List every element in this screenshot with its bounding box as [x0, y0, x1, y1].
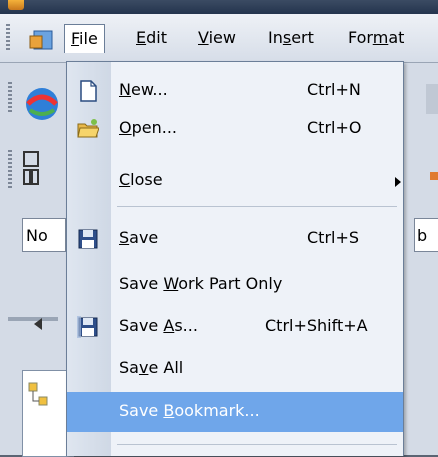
menu-item-label: New...: [119, 80, 168, 99]
menu-item-shortcut: Ctrl+N: [307, 80, 361, 99]
save-as-icon: [77, 316, 98, 338]
menu-item-save-as[interactable]: Save As... Ctrl+Shift+A: [67, 308, 403, 346]
toolbar-grip[interactable]: [8, 82, 12, 112]
font-size-combo[interactable]: b: [414, 218, 438, 252]
menu-separator: [117, 206, 397, 207]
toolbar-icon[interactable]: [430, 172, 438, 180]
font-name-combo[interactable]: No: [22, 218, 66, 252]
menu-item-new[interactable]: New... Ctrl+N: [67, 72, 403, 110]
file-menu-dropdown: New... Ctrl+N Open... Ctrl+O Close Save …: [66, 61, 404, 456]
menubar-grip[interactable]: [6, 24, 10, 52]
menu-file[interactable]: File: [64, 24, 105, 53]
menu-bar: File Edit View Insert Format: [0, 14, 438, 63]
scroll-left-icon[interactable]: [28, 314, 48, 334]
new-file-icon: [80, 80, 97, 102]
menu-item-shortcut: Ctrl+O: [307, 118, 362, 137]
menu-edit[interactable]: Edit: [130, 24, 173, 52]
menu-item-open[interactable]: Open... Ctrl+O: [67, 110, 403, 148]
menu-item-save[interactable]: Save Ctrl+S: [67, 220, 403, 258]
menu-item-label: Save All: [119, 358, 184, 377]
submenu-arrow-icon: [395, 177, 401, 187]
combo-value: No: [26, 226, 48, 245]
menu-item-label: Save Work Part Only: [119, 274, 283, 293]
app-title-icon: [8, 0, 24, 10]
menu-item-label: Save: [119, 228, 159, 247]
combo-value: b: [417, 226, 428, 245]
menu-item-save-bookmark[interactable]: Save Bookmark...: [67, 392, 403, 432]
menu-view[interactable]: View: [192, 24, 242, 52]
menu-item-label: Save Bookmark...: [119, 401, 260, 420]
menu-item-save-all[interactable]: Save All: [67, 350, 403, 388]
menu-item-shortcut: Ctrl+S: [307, 228, 360, 247]
menu-item-shortcut: Ctrl+Shift+A: [265, 316, 368, 335]
open-folder-icon: [77, 119, 99, 138]
toolbar-grip[interactable]: [8, 150, 12, 190]
app-document-icon: [29, 30, 53, 50]
save-icon: [78, 229, 98, 249]
menu-format[interactable]: Format: [342, 24, 410, 52]
menu-item-save-work-part-only[interactable]: Save Work Part Only: [67, 266, 403, 304]
menu-item-label: Close: [119, 170, 163, 189]
menu-item-label: Save As...: [119, 316, 198, 335]
window-title-bar: [0, 0, 438, 14]
menu-item-close[interactable]: Close: [67, 162, 403, 200]
menu-separator: [117, 444, 397, 445]
menu-item-label: Open...: [119, 118, 177, 137]
tree-structure-icon: [28, 382, 48, 406]
layout-icon[interactable]: [22, 150, 62, 190]
web-globe-icon[interactable]: [22, 84, 62, 124]
menu-insert[interactable]: Insert: [262, 24, 320, 52]
